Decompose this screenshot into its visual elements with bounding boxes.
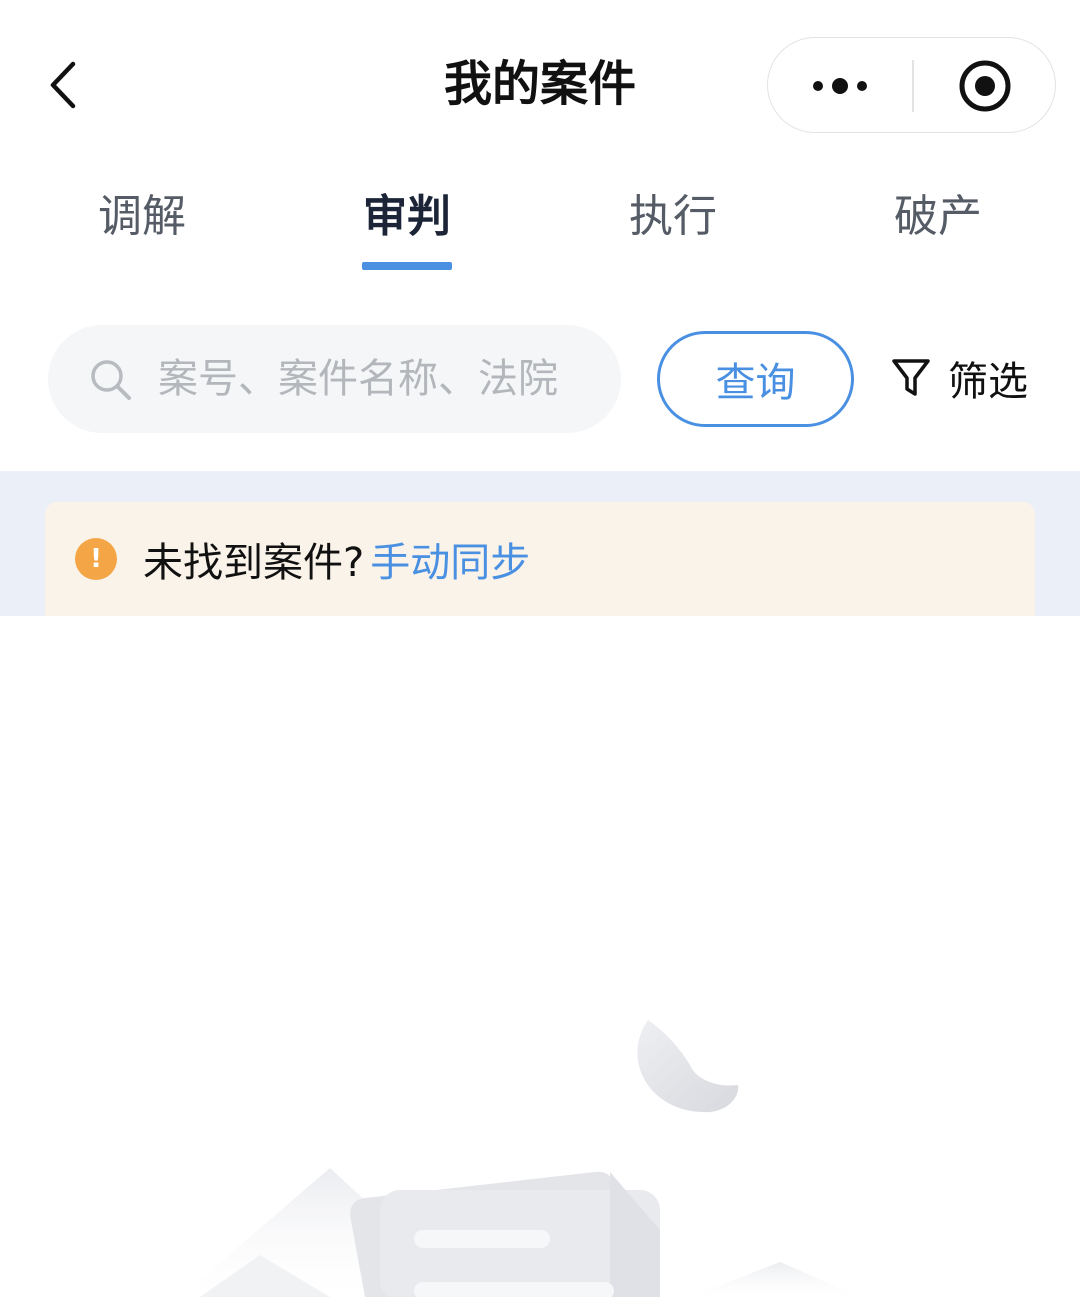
more-button[interactable] — [768, 38, 912, 134]
tab-execution[interactable]: 执行 — [583, 182, 763, 252]
back-button[interactable] — [30, 52, 96, 118]
notice-card: ! 未找到案件? 手动同步 — [45, 502, 1035, 616]
tab-bankruptcy[interactable]: 破产 — [848, 182, 1028, 252]
notice-text: 未找到案件? — [143, 540, 365, 586]
search-box — [48, 325, 621, 433]
query-button[interactable]: 查询 — [657, 331, 854, 427]
close-mini-program-button[interactable] — [913, 38, 1057, 134]
filter-button[interactable]: 筛选 — [890, 340, 1050, 416]
empty-state-illustration — [180, 1020, 860, 1297]
warning-icon: ! — [75, 538, 117, 580]
funnel-icon — [892, 359, 930, 396]
notice-section: ! 未找到案件? 手动同步 — [0, 471, 1080, 616]
tab-trial[interactable]: 审判 — [317, 182, 497, 252]
active-tab-indicator — [362, 262, 452, 270]
manual-sync-link[interactable]: 手动同步 — [370, 530, 530, 588]
case-type-tabs: 调解 审判 执行 破产 — [0, 170, 1080, 280]
navigation-bar: 我的案件 — [0, 0, 1080, 170]
search-input[interactable] — [158, 347, 598, 411]
my-cases-page: 我的案件 调解 审判 执行 破产 案号、案件名称、法院 查询 筛选 ! 未找到案… — [0, 0, 1080, 1297]
mini-program-capsule — [767, 37, 1056, 133]
filter-label: 筛选 — [948, 359, 1028, 405]
tab-mediation[interactable]: 调解 — [52, 182, 232, 252]
more-dots-icon — [813, 78, 867, 94]
target-close-icon — [959, 60, 1011, 112]
chevron-left-icon — [50, 61, 76, 109]
search-icon — [91, 360, 131, 400]
